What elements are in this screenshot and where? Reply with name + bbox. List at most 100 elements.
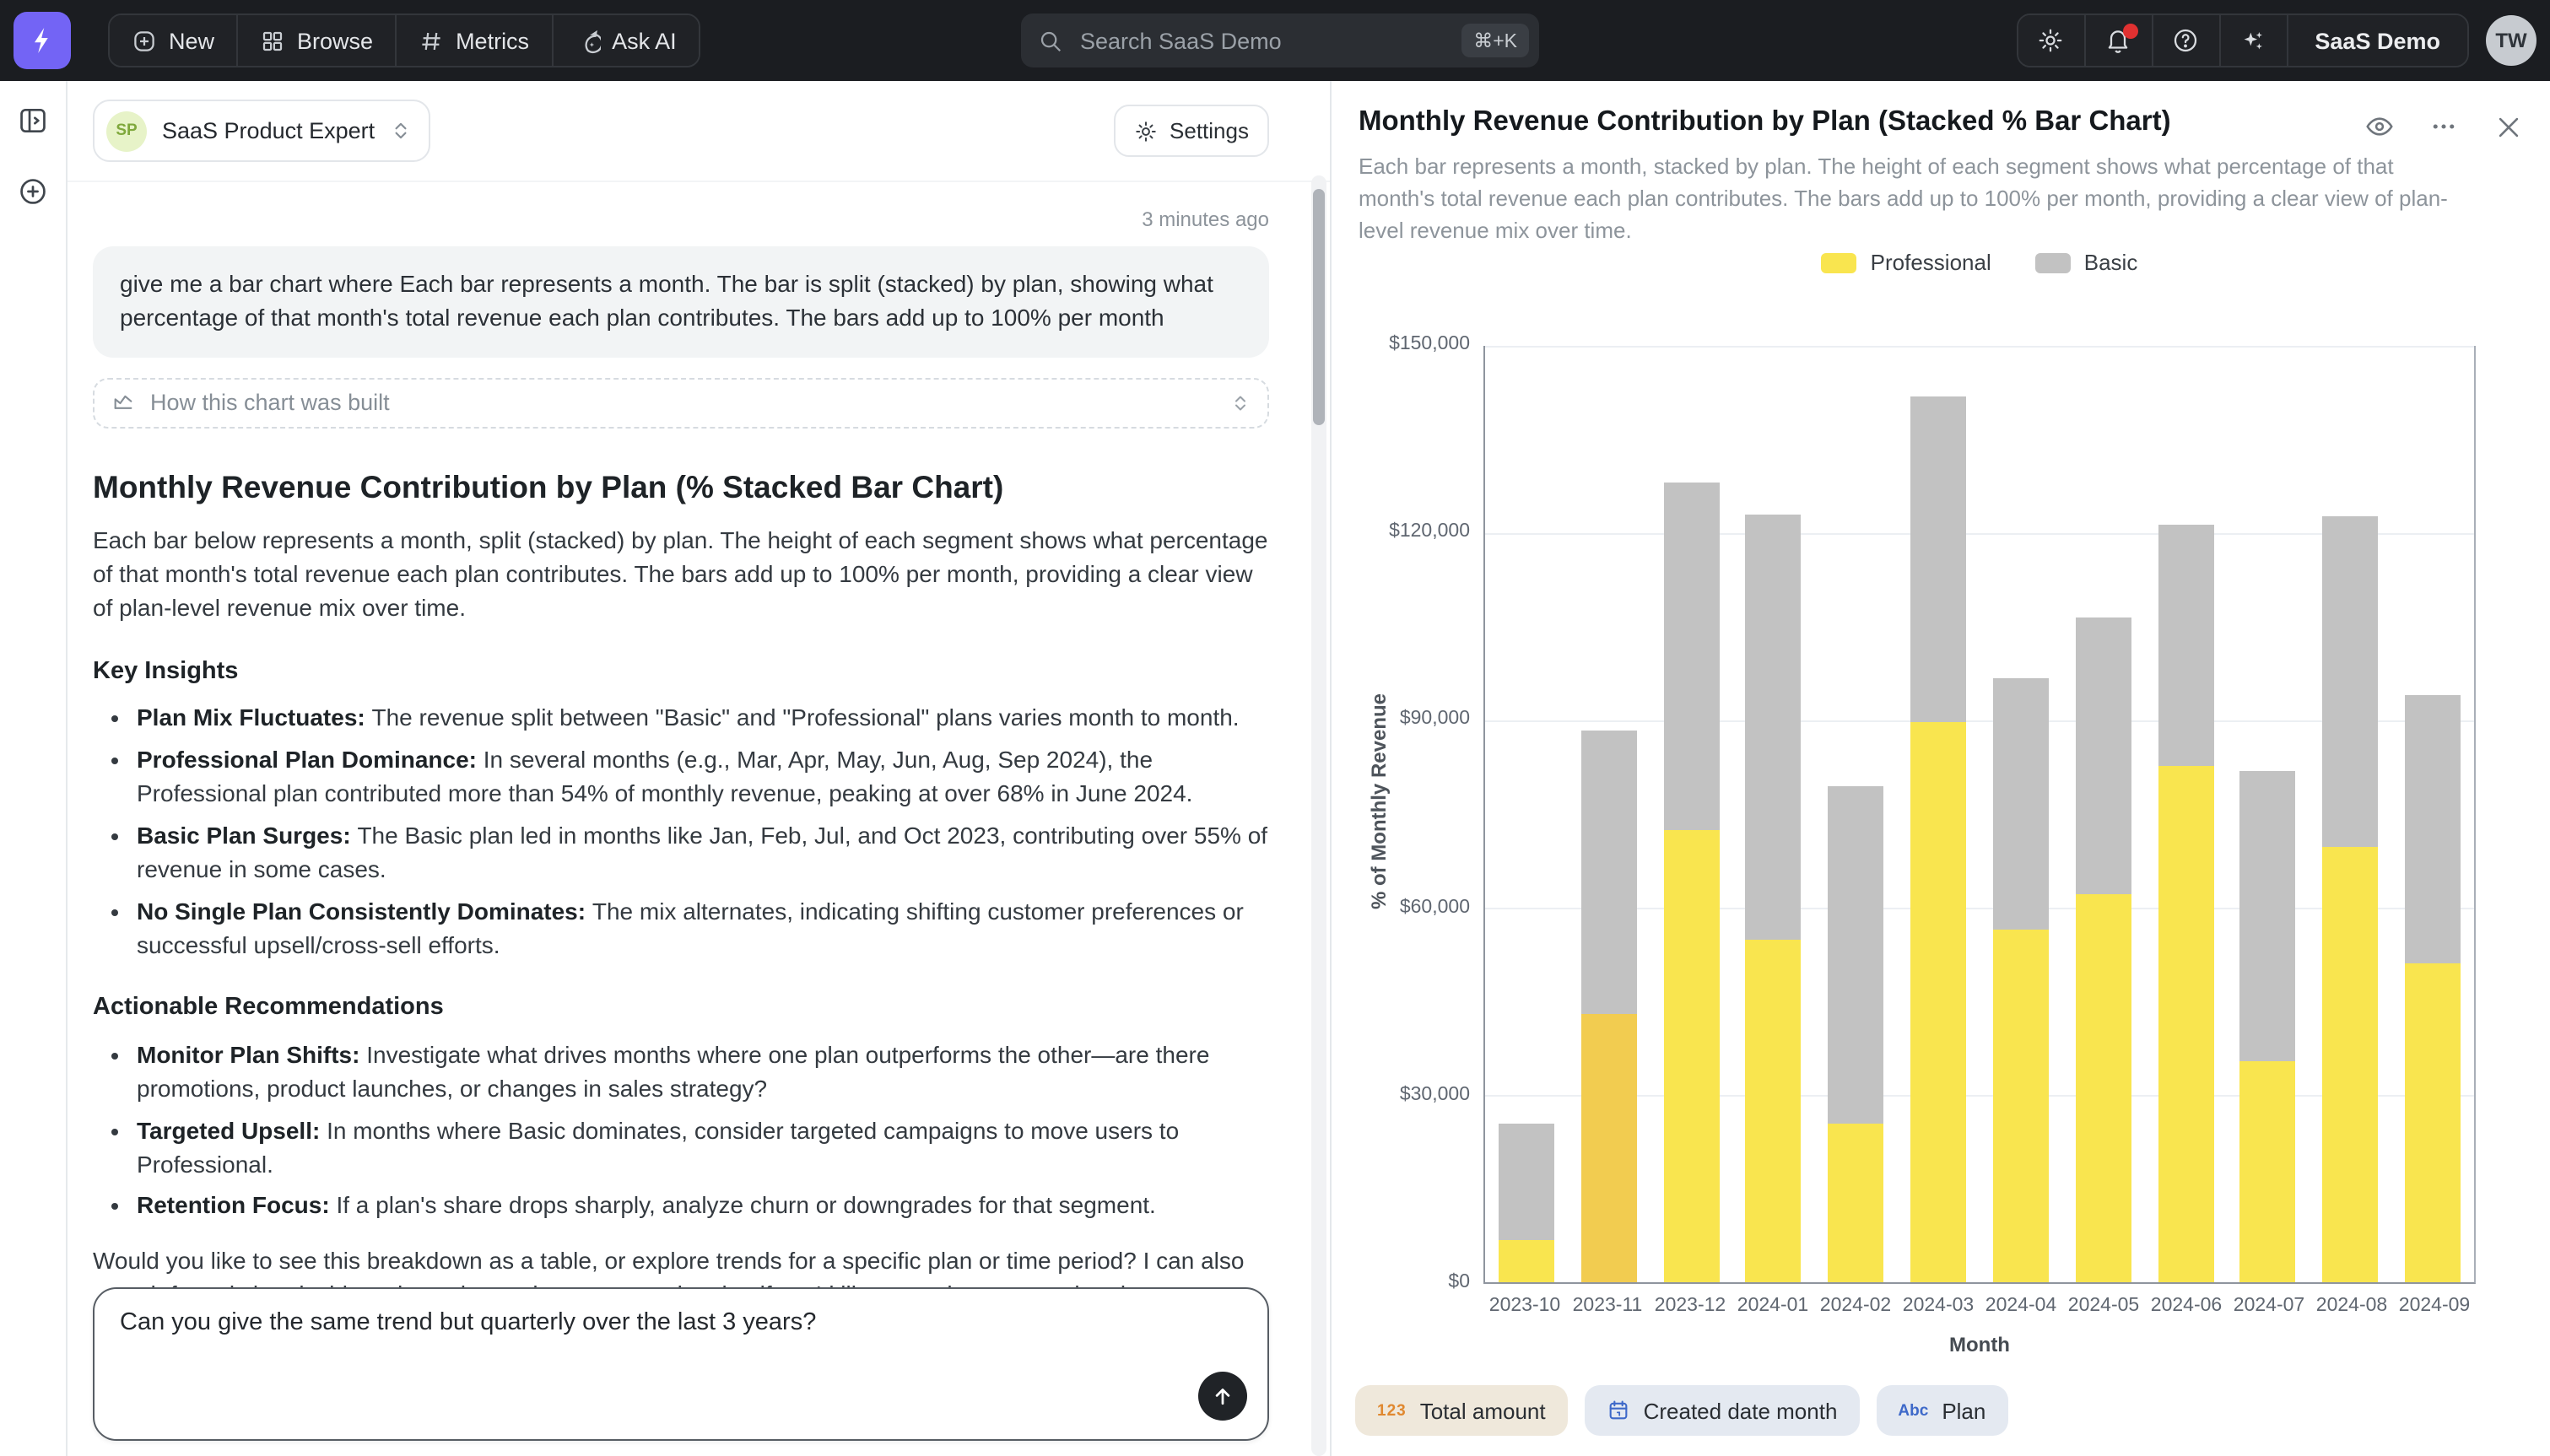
- ai-sparkles-button[interactable]: [2220, 15, 2288, 66]
- bullet-list: Monitor Plan Shifts: Investigate what dr…: [93, 1039, 1269, 1224]
- sidebar-toggle-button[interactable]: [17, 105, 49, 138]
- bar-slot-2024-02[interactable]: [1815, 346, 1898, 1282]
- bar-segment-professional[interactable]: [2322, 847, 2378, 1283]
- agent-selector[interactable]: SP SaaS Product Expert: [93, 100, 430, 162]
- field-tag-label: Created date month: [1644, 1398, 1838, 1423]
- bar-segment-professional[interactable]: [1580, 1015, 1636, 1282]
- x-tick-label: 2023-10: [1483, 1296, 1566, 1316]
- bar-segment-professional[interactable]: [2158, 767, 2213, 1282]
- bar-segment-basic[interactable]: [2075, 618, 2131, 893]
- help-button[interactable]: [2153, 15, 2220, 66]
- bar-segment-basic[interactable]: [2405, 695, 2461, 963]
- bar-segment-basic[interactable]: [2322, 515, 2378, 846]
- bar-segment-professional[interactable]: [1993, 929, 2049, 1282]
- bar-segment-professional[interactable]: [1746, 939, 1802, 1282]
- field-tag-created-date-month[interactable]: Created date month: [1585, 1385, 1860, 1436]
- bar-segment-professional[interactable]: [2240, 1060, 2296, 1282]
- grid-icon: [260, 28, 285, 53]
- bar-slot-2024-03[interactable]: [1897, 346, 1980, 1282]
- agent-settings-button[interactable]: Settings: [1114, 105, 1269, 157]
- global-search[interactable]: ⌘+K: [1021, 13, 1539, 67]
- message-timestamp: 3 minutes ago: [93, 206, 1269, 235]
- bar-segment-basic[interactable]: [1663, 483, 1719, 830]
- field-tag-total-amount[interactable]: 123 Total amount: [1355, 1385, 1568, 1436]
- calendar-icon: [1607, 1399, 1630, 1422]
- settings-gear-button[interactable]: [2018, 15, 2085, 66]
- chart-panel-description: Each bar represents a month, stacked by …: [1359, 152, 2476, 247]
- nav-button-group: New Browse Metrics Ask AI: [108, 13, 700, 67]
- gear-icon: [2037, 27, 2064, 54]
- chat-scrollbar-thumb[interactable]: [1313, 189, 1325, 425]
- bar-segment-professional[interactable]: [1910, 723, 1966, 1282]
- message-input[interactable]: Can you give the same trend but quarterl…: [95, 1289, 1267, 1439]
- preview-eye-button[interactable]: [2361, 108, 2398, 145]
- chart-legend: Professional Basic: [1483, 250, 2476, 275]
- nav-item-ask-ai[interactable]: Ask AI: [553, 15, 699, 66]
- bar-segment-basic[interactable]: [1828, 785, 1883, 1124]
- bar-segment-basic[interactable]: [1580, 730, 1636, 1014]
- bar-slot-2024-04[interactable]: [1980, 346, 2062, 1282]
- bar-segment-basic[interactable]: [1910, 397, 1966, 723]
- legend-label: Basic: [2084, 250, 2138, 275]
- field-tag-plan[interactable]: Abc Plan: [1876, 1385, 2007, 1436]
- chevron-updown-icon: [1230, 393, 1251, 413]
- x-tick-label: 2024-09: [2393, 1296, 2476, 1316]
- bullet-list: Plan Mix Fluctuates: The revenue split b…: [93, 703, 1269, 963]
- sparkles-icon: [2239, 27, 2266, 54]
- new-thread-button[interactable]: [17, 175, 49, 209]
- nav-item-new[interactable]: New: [110, 15, 238, 66]
- chat-header: SP SaaS Product Expert Settings: [68, 81, 1330, 182]
- nav-right-group: SaaS Demo: [2016, 13, 2469, 67]
- bar-slot-2023-11[interactable]: [1568, 346, 1650, 1282]
- app-logo[interactable]: [14, 12, 71, 69]
- legend-item-professional[interactable]: Professional: [1822, 250, 1991, 275]
- notifications-button[interactable]: [2085, 15, 2153, 66]
- nav-item-browse[interactable]: Browse: [238, 15, 397, 66]
- how-chart-built-toggle[interactable]: How this chart was built: [93, 378, 1269, 429]
- chat-scrollbar[interactable]: [1311, 175, 1326, 1456]
- bar-segment-basic[interactable]: [2158, 525, 2213, 767]
- send-button[interactable]: [1198, 1372, 1247, 1421]
- y-tick-label: $120,000: [1332, 521, 1470, 542]
- user-message-bubble: give me a bar chart where Each bar repre…: [93, 246, 1269, 358]
- more-options-button[interactable]: [2425, 108, 2462, 145]
- chevron-updown-icon: [390, 120, 412, 142]
- bar-segment-professional[interactable]: [2405, 963, 2461, 1282]
- bar-slot-2024-09[interactable]: [2391, 346, 2474, 1282]
- bar-slot-2024-07[interactable]: [2227, 346, 2310, 1282]
- response-closing: Would you like to see this breakdown as …: [93, 1246, 1269, 1287]
- bar-segment-basic[interactable]: [1499, 1124, 1554, 1240]
- message-scroll-area[interactable]: 3 minutes ago give me a bar chart where …: [68, 182, 1330, 1287]
- bar-segment-professional[interactable]: [1499, 1240, 1554, 1282]
- bar-segment-basic[interactable]: [1993, 678, 2049, 929]
- bar-slot-2023-10[interactable]: [1485, 346, 1568, 1282]
- bar-segment-professional[interactable]: [2075, 893, 2131, 1282]
- app-root: New Browse Metrics Ask AI ⌘+K: [0, 0, 2550, 1456]
- x-axis-ticks: 2023-102023-112023-122024-012024-022024-…: [1483, 1296, 2476, 1316]
- bar-slot-2024-08[interactable]: [2310, 346, 2392, 1282]
- org-switcher-button[interactable]: SaaS Demo: [2288, 15, 2467, 66]
- eye-icon: [2364, 111, 2395, 142]
- bar-segment-professional[interactable]: [1828, 1124, 1883, 1282]
- user-avatar[interactable]: TW: [2486, 15, 2536, 66]
- bar-segment-basic[interactable]: [2240, 770, 2296, 1060]
- bar-slot-2023-12[interactable]: [1650, 346, 1732, 1282]
- legend-item-basic[interactable]: Basic: [2035, 250, 2138, 275]
- bullet-item: Targeted Upsell: In months where Basic d…: [137, 1114, 1269, 1182]
- search-input[interactable]: [1077, 26, 1461, 55]
- chat-panel: SP SaaS Product Expert Settings 3 minute…: [68, 81, 1330, 1456]
- y-tick-label: $60,000: [1332, 897, 1470, 917]
- nav-item-metrics[interactable]: Metrics: [397, 15, 553, 66]
- bar-segment-professional[interactable]: [1663, 830, 1719, 1282]
- nav-item-label: Browse: [297, 28, 373, 53]
- chart-panel-actions: [2361, 108, 2526, 145]
- x-tick-label: 2024-07: [2228, 1296, 2310, 1316]
- chart-panel: Monthly Revenue Contribution by Plan (St…: [1330, 81, 2550, 1456]
- bullet-item: Retention Focus: If a plan's share drops…: [137, 1190, 1269, 1224]
- bar-segment-basic[interactable]: [1746, 515, 1802, 939]
- bar-slot-2024-05[interactable]: [2062, 346, 2145, 1282]
- bar-slot-2024-06[interactable]: [2144, 346, 2227, 1282]
- close-panel-button[interactable]: [2489, 108, 2526, 145]
- bar-slot-2024-01[interactable]: [1732, 346, 1815, 1282]
- how-chart-built-label: How this chart was built: [150, 386, 1215, 418]
